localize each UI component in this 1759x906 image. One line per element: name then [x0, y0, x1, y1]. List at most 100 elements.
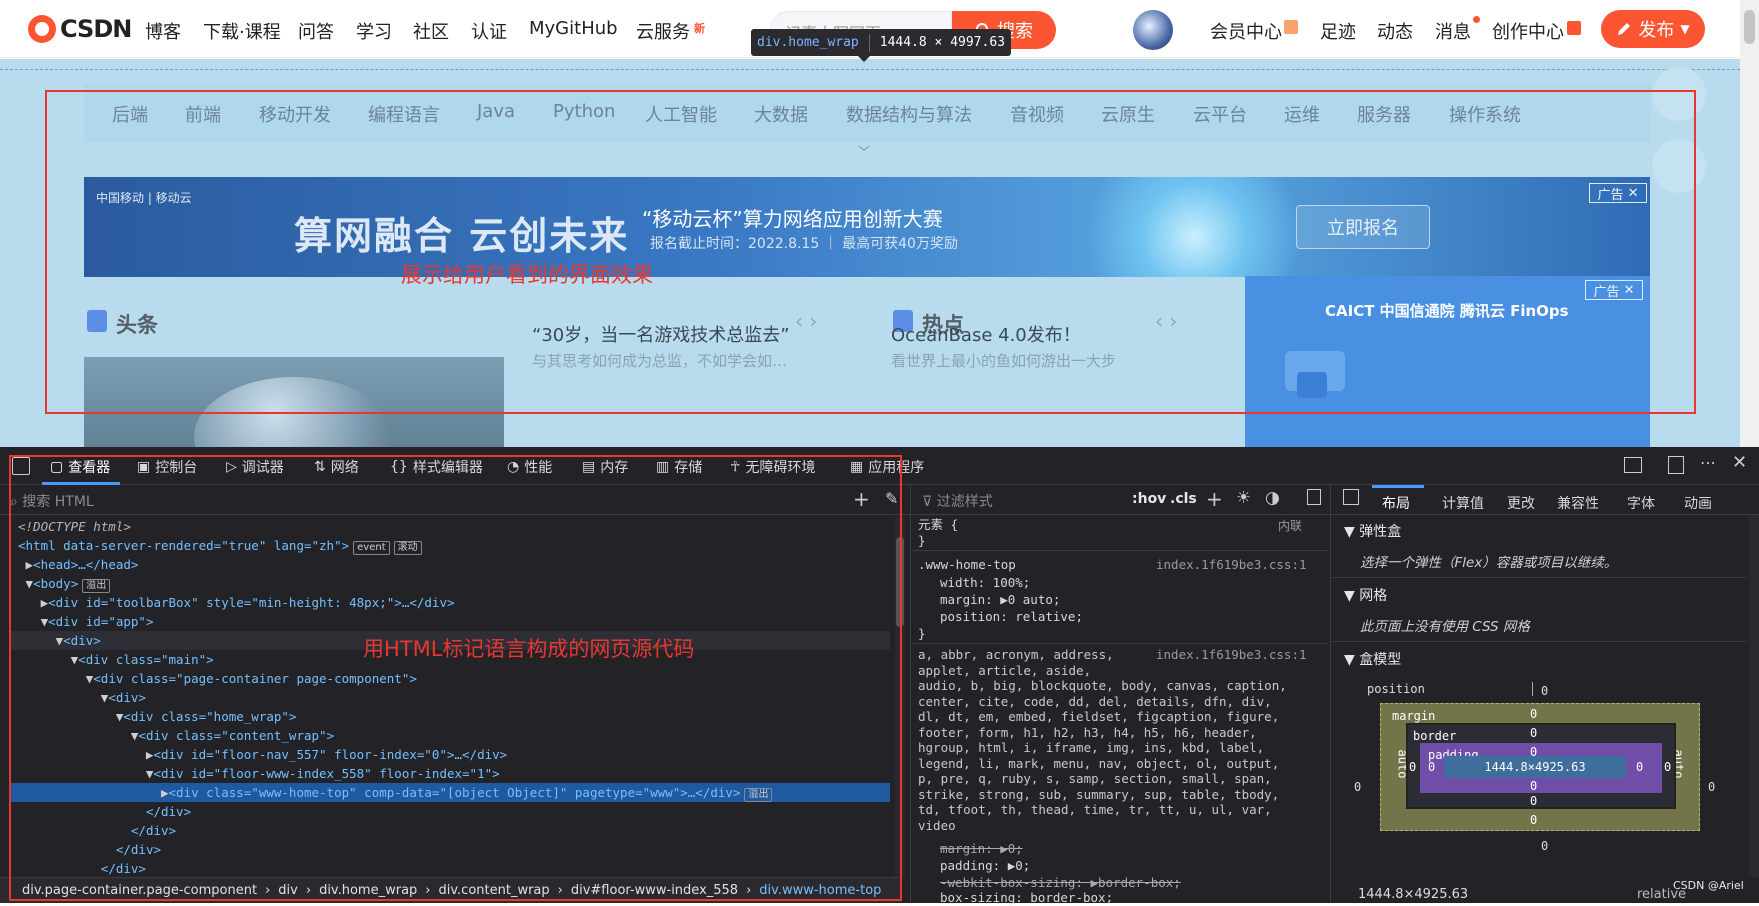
content-box[interactable]: 1444.8×4925.63	[1444, 756, 1626, 778]
scrollbar-thumb[interactable]	[1744, 10, 1755, 44]
annotation-box-source	[9, 455, 902, 901]
padding-left-value[interactable]: 0	[1428, 760, 1435, 774]
grid-title: 网格	[1359, 588, 1388, 604]
border-right-value[interactable]: 0	[1664, 760, 1671, 774]
nav-vip[interactable]: 会员中心	[1210, 18, 1282, 44]
tab-animations[interactable]: 动画	[1684, 493, 1712, 513]
csdn-logo[interactable]: CSDN	[28, 14, 132, 44]
rule-source-link[interactable]: index.1f619be3.css:1	[1156, 557, 1307, 573]
pen-icon	[1618, 23, 1631, 35]
mascot-icon	[28, 15, 56, 43]
chevron-down-icon: ▼	[1680, 22, 1690, 36]
section-divider	[1332, 641, 1747, 642]
add-rule-icon[interactable]: +	[1206, 487, 1223, 511]
nav-item-cert[interactable]: 认证	[471, 18, 507, 44]
margin-top-value[interactable]: 0	[1530, 707, 1537, 721]
border-left-value[interactable]: 0	[1409, 760, 1416, 774]
tab-fonts[interactable]: 字体	[1627, 493, 1655, 513]
nav-item-qa[interactable]: 问答	[298, 18, 334, 44]
close-icon[interactable]: ✕	[1732, 452, 1747, 473]
css-declaration[interactable]: width: 100%;	[940, 575, 1030, 591]
tab-computed[interactable]: 计算值	[1442, 493, 1484, 513]
nav-activity[interactable]: 动态	[1377, 18, 1413, 44]
logo-text: CSDN	[60, 15, 132, 43]
boxmodel-title: 盒模型	[1359, 652, 1402, 668]
margin-label: margin	[1392, 709, 1436, 723]
dock-icon[interactable]	[1668, 456, 1684, 474]
css-declaration-overridden[interactable]: -webkit-box-sizing: ▶border-box;	[940, 875, 1181, 891]
toggle-sidebar-icon[interactable]	[1343, 489, 1359, 505]
more-options-icon[interactable]: ⋯	[1700, 453, 1716, 472]
rule-selector-list[interactable]: a, abbr, acronym, address, applet, artic…	[918, 647, 1287, 833]
nav-creation-center[interactable]: 创作中心	[1492, 18, 1564, 44]
pane-divider[interactable]	[910, 485, 911, 903]
flexbox-section[interactable]: ▼ 弹性盒	[1344, 521, 1401, 541]
element-rule-label: 元素 {	[918, 517, 959, 532]
boxmodel-section[interactable]: ▼ 盒模型	[1344, 649, 1401, 669]
section-divider	[1332, 577, 1747, 578]
light-mode-icon[interactable]: ☀	[1236, 488, 1251, 508]
pane-divider[interactable]	[1330, 485, 1331, 903]
padding-bottom-value[interactable]: 0	[1530, 779, 1537, 793]
padding-right-value[interactable]: 0	[1636, 760, 1643, 774]
creation-badge-icon	[1567, 21, 1581, 35]
print-media-icon[interactable]	[1307, 489, 1321, 505]
side-panel-scrollbar[interactable]	[1749, 515, 1759, 877]
cls-toggle[interactable]: .cls	[1170, 491, 1197, 507]
css-declaration[interactable]: position: relative;	[940, 609, 1083, 625]
margin-bottom-value[interactable]: 0	[1530, 813, 1537, 827]
css-declaration[interactable]: padding: ▶0;	[940, 858, 1030, 874]
publish-button[interactable]: 发布 ▼	[1601, 10, 1705, 48]
position-label: position	[1367, 682, 1425, 696]
nav-item-mygithub[interactable]: MyGitHub	[529, 18, 618, 39]
filter-styles-input[interactable]: ⊽ 过滤样式	[922, 491, 993, 511]
filter-placeholder: 过滤样式	[936, 494, 993, 510]
page-scrollbar[interactable]	[1740, 0, 1759, 447]
hov-toggle[interactable]: :hov	[1132, 491, 1166, 507]
position-right-value[interactable]: 0	[1708, 780, 1715, 794]
element-rule-close: }	[918, 533, 926, 548]
position-bottom-value[interactable]: 0	[1541, 839, 1548, 853]
position-left-value[interactable]: 0	[1354, 780, 1361, 794]
position-top-value[interactable]: 0	[1541, 684, 1548, 698]
responsive-icon[interactable]	[1624, 457, 1642, 473]
tooltip-arrow	[858, 56, 870, 62]
nav-item-community[interactable]: 社区	[413, 18, 449, 44]
rule-close: }	[918, 626, 926, 641]
watermark: CSDN @Ariel	[1673, 879, 1744, 892]
css-declaration[interactable]: box-sizing: border-box;	[940, 890, 1113, 906]
nav-item-learn[interactable]: 学习	[356, 18, 392, 44]
publish-label: 发布	[1638, 20, 1675, 41]
tooltip-separator	[868, 33, 870, 52]
grid-section[interactable]: ▼ 网格	[1344, 585, 1387, 605]
nav-item-cloud[interactable]: 云服务	[636, 18, 690, 44]
nav-messages[interactable]: 消息	[1435, 18, 1471, 44]
nav-footprint[interactable]: 足迹	[1320, 18, 1356, 44]
rule-divider	[912, 550, 1327, 551]
rule-selector[interactable]: .www-home-top	[918, 557, 1016, 573]
nav-item-blog[interactable]: 博客	[145, 18, 181, 44]
position-tick	[1532, 682, 1533, 696]
css-declaration-overridden[interactable]: margin: ▶0;	[940, 841, 1023, 857]
avatar[interactable]	[1133, 10, 1173, 50]
active-tab-indicator	[1372, 485, 1424, 488]
rules-pane: 元素 {	[918, 517, 1318, 533]
border-label: border	[1413, 729, 1457, 743]
tab-changes[interactable]: 更改	[1507, 493, 1535, 513]
element-size: 1444.8×4925.63	[1358, 887, 1469, 902]
border-bottom-value[interactable]: 0	[1530, 794, 1537, 808]
annotation-box-ui	[45, 90, 1696, 414]
gift-icon	[1284, 20, 1298, 34]
tab-layout[interactable]: 布局	[1382, 493, 1410, 513]
rule-divider	[912, 643, 1327, 644]
unread-dot	[1473, 16, 1480, 23]
nav-item-download[interactable]: 下载·课程	[203, 18, 281, 44]
tooltip-selector: div.home_wrap	[757, 35, 859, 50]
border-top-value[interactable]: 0	[1530, 726, 1537, 740]
css-declaration[interactable]: margin: ▶0 auto;	[940, 592, 1060, 608]
guide-line	[0, 69, 1740, 70]
tooltip-size: 1444.8 × 4997.63	[879, 35, 1005, 50]
dark-mode-icon[interactable]: ◑	[1265, 488, 1280, 508]
tab-compatibility[interactable]: 兼容性	[1557, 493, 1599, 513]
new-badge: 新	[694, 22, 705, 35]
